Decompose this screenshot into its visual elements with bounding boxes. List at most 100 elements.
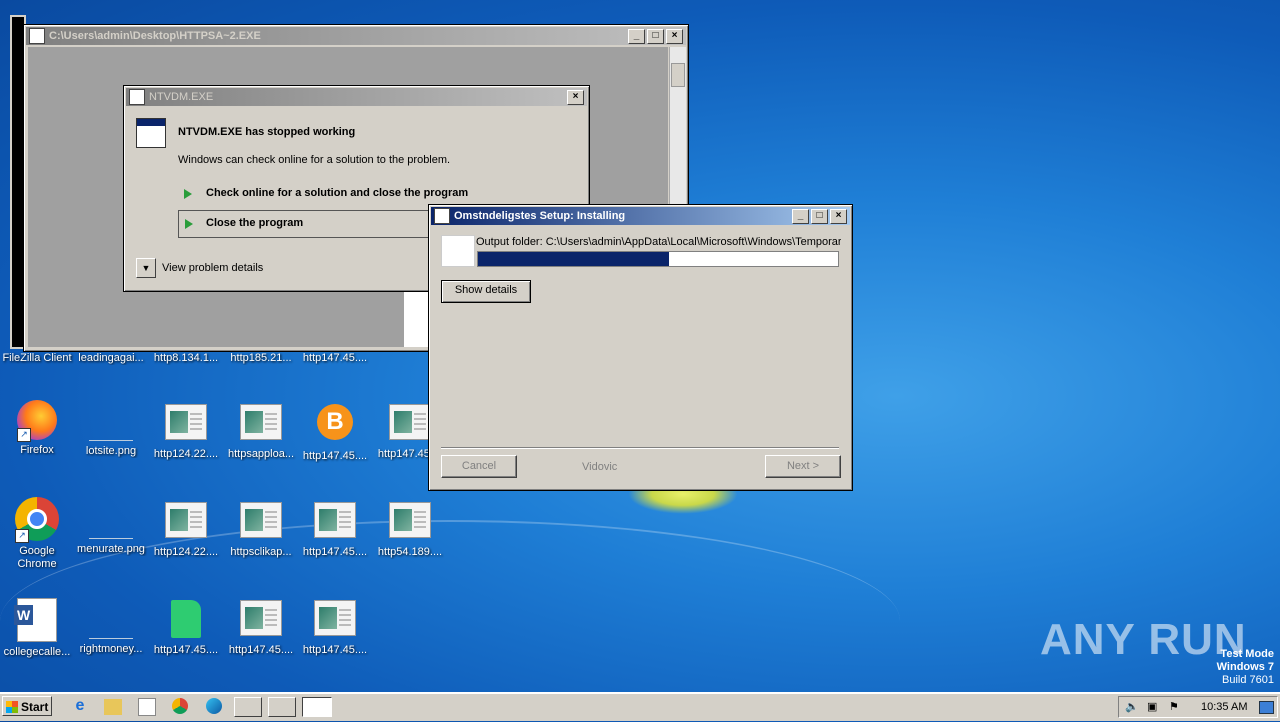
desktop-icon[interactable]: collegecalle... [0, 598, 74, 659]
desktop-icon-label: rightmoney... [79, 643, 143, 655]
desktop-icon-label: Google Chrome [17, 545, 57, 570]
desktop-icon[interactable]: http147.45.... [298, 352, 372, 365]
desktop-icon-label: http124.22.... [153, 546, 219, 558]
web-file-icon [240, 600, 282, 636]
cancel-button[interactable]: Cancel [441, 455, 517, 478]
desktop-icon-label: collegecalle... [3, 646, 71, 658]
view-details-label[interactable]: View problem details [162, 262, 263, 274]
close-button[interactable]: × [567, 89, 584, 105]
desktop-icon[interactable]: leadingagai... [74, 352, 148, 365]
desktop-icon-label: http147.45.... [302, 644, 368, 656]
green-arrow-icon [184, 189, 192, 199]
taskbar-window-button[interactable] [234, 697, 262, 717]
desktop-icon-label: http54.189.... [377, 546, 443, 558]
desktop-icon-label: http147.45.... [302, 450, 368, 462]
desktop-icon[interactable]: http124.22.... [149, 502, 223, 559]
program-window-icon [136, 118, 166, 148]
desktop-icon-filezilla[interactable]: FileZilla Client [0, 352, 74, 365]
web-file-icon [165, 404, 207, 440]
leaf-file-icon [171, 600, 201, 638]
desktop-icon-label: http8.134.1... [153, 352, 219, 364]
installer-graphic-icon [441, 235, 475, 267]
media-player-icon[interactable] [138, 698, 156, 716]
desktop-icon-chrome[interactable]: ↗ Google Chrome [0, 497, 74, 571]
minimize-button[interactable]: _ [792, 208, 809, 224]
ntvdm-title: NTVDM.EXE [149, 91, 214, 103]
watermark-line2: Windows 7 [1216, 661, 1274, 673]
close-button[interactable]: × [666, 28, 683, 44]
desktop-icon[interactable]: http147.45.... [224, 600, 298, 657]
ntvdm-message: Windows can check online for a solution … [178, 154, 451, 166]
console-titlebar[interactable]: C:\Users\admin\Desktop\HTTPSA~2.EXE _ □ … [26, 27, 686, 45]
network-icon[interactable]: ▣ [1147, 697, 1157, 717]
desktop-icon[interactable]: lotsite.png [74, 410, 148, 458]
desktop-icon[interactable]: httpsclikap... [224, 502, 298, 559]
expand-details-button[interactable]: ▼ [136, 258, 156, 278]
installer-app-icon [434, 208, 450, 224]
close-program-label: Close the program [206, 217, 304, 229]
flag-icon[interactable]: ⚑ [1169, 697, 1179, 717]
installer-brand: Vidovic [582, 461, 618, 473]
desktop-icon[interactable]: http147.45.... [149, 600, 223, 657]
next-button[interactable]: Next > [765, 455, 841, 478]
ntvdm-titlebar[interactable]: NTVDM.EXE × [126, 88, 587, 106]
setup-titlebar[interactable]: Omstndeligstes Setup: Installing _ □ × [431, 207, 850, 225]
ntvdm-app-icon [129, 89, 145, 105]
web-file-icon [389, 404, 431, 440]
firefox-icon: ↗ [17, 400, 57, 442]
setup-window[interactable]: Omstndeligstes Setup: Installing _ □ × O… [428, 204, 853, 491]
taskbar-console-button[interactable] [268, 697, 296, 717]
progress-fill [478, 252, 669, 266]
web-file-icon [314, 502, 356, 538]
image-file-icon [89, 608, 133, 639]
desktop-icon-label: http185.21... [230, 352, 292, 364]
chrome-icon: ↗ [15, 497, 59, 543]
taskbar-setup-button[interactable] [302, 697, 332, 717]
edge-icon[interactable] [206, 698, 222, 714]
scrollbar-thumb[interactable] [671, 63, 685, 87]
maximize-button[interactable]: □ [647, 28, 664, 44]
close-button[interactable]: × [830, 208, 847, 224]
desktop-icon-label: Firefox [20, 444, 54, 456]
desktop-icon-label: httpsclikap... [230, 546, 292, 558]
minimize-button[interactable]: _ [628, 28, 645, 44]
word-doc-icon [14, 598, 57, 642]
volume-icon[interactable]: 🔈 [1125, 697, 1139, 717]
install-progress-bar [477, 251, 839, 267]
desktop-icon[interactable]: rightmoney... [74, 608, 148, 656]
console-app-icon [29, 28, 45, 44]
maximize-button[interactable]: □ [811, 208, 828, 224]
clock[interactable]: 10:35 AM [1201, 697, 1247, 717]
setup-title: Omstndeligstes Setup: Installing [454, 210, 626, 222]
check-online-label: Check online for a solution and close th… [206, 187, 469, 199]
desktop-icon[interactable]: http185.21... [224, 352, 298, 365]
desktop-icon-firefox[interactable]: ↗ Firefox [0, 400, 74, 457]
console-title: C:\Users\admin\Desktop\HTTPSA~2.EXE [49, 30, 261, 42]
web-file-icon [389, 502, 431, 538]
desktop-icon[interactable]: B http147.45.... [298, 404, 372, 463]
desktop-icon[interactable]: http54.189.... [373, 502, 447, 559]
desktop-icon[interactable]: http147.45.... [298, 600, 372, 657]
check-online-option[interactable]: Check online for a solution and close th… [178, 184, 578, 204]
web-file-icon [240, 502, 282, 538]
chrome-taskbar-icon[interactable] [172, 698, 188, 714]
web-file-icon [165, 502, 207, 538]
desktop-icon[interactable]: http8.134.1... [149, 352, 223, 365]
show-details-button[interactable]: Show details [441, 280, 531, 303]
desktop-icon-label: http147.45.... [302, 546, 368, 558]
desktop-icon[interactable]: http147.45.... [298, 502, 372, 559]
desktop-icon[interactable]: menurate.png [74, 508, 148, 556]
output-folder-text: Output folder: C:\Users\admin\AppData\Lo… [476, 236, 841, 248]
desktop-icon-label: httpsapploa... [227, 448, 295, 460]
desktop-icon[interactable]: httpsapploa... [224, 404, 298, 461]
show-desktop-icon[interactable] [1259, 701, 1274, 714]
start-button[interactable]: Start [2, 696, 52, 716]
desktop-icon-label: FileZilla Client [2, 352, 72, 364]
taskbar: Start e 🔈 ▣ ⚑ 10:35 AM [0, 692, 1280, 721]
desktop-icon-label: lotsite.png [85, 445, 137, 457]
desktop-icon[interactable]: http124.22.... [149, 404, 223, 461]
image-file-icon [89, 508, 133, 539]
system-tray: 🔈 ▣ ⚑ 10:35 AM [1118, 696, 1278, 718]
ie-icon[interactable]: e [70, 697, 90, 717]
explorer-folder-icon[interactable] [104, 699, 122, 715]
